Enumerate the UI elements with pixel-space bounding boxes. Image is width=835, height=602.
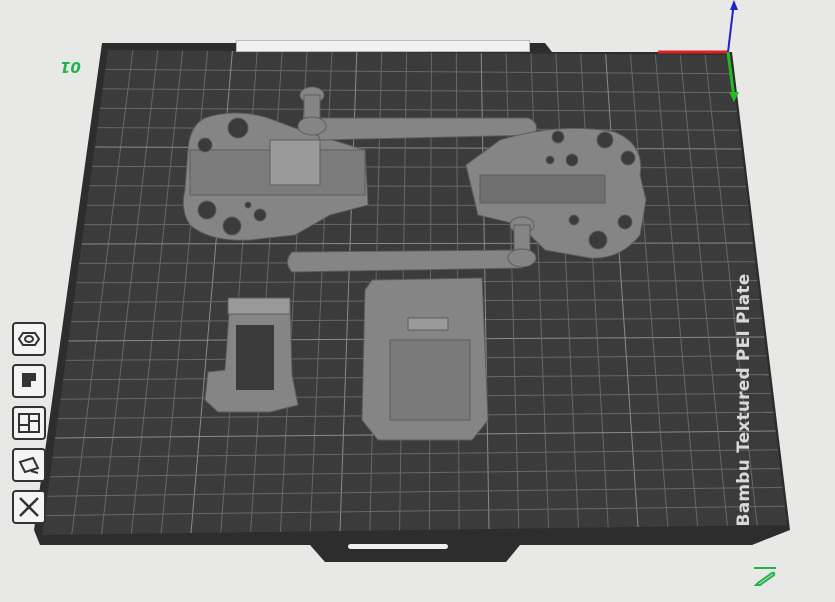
part-middle-arm <box>287 249 526 273</box>
delete-plate-icon <box>19 497 39 517</box>
plate-number: 01 <box>60 58 81 76</box>
plate-handle <box>348 544 448 549</box>
delete-plate-button[interactable] <box>12 490 46 524</box>
slice-plate-button[interactable] <box>12 448 46 482</box>
plate-type-label: Bambu Textured PEI Plate <box>734 273 754 527</box>
part-right-bracket-window <box>479 174 606 204</box>
pencil-icon[interactable] <box>750 566 780 586</box>
layout-icon <box>18 413 40 433</box>
slice-plate-icon <box>18 456 40 474</box>
orient-icon <box>17 332 41 346</box>
plate-info-strip <box>236 40 530 52</box>
build-plate-viewport[interactable] <box>0 0 835 602</box>
layout-button[interactable] <box>12 406 46 440</box>
auto-arrange-button[interactable] <box>12 364 46 398</box>
orient-button[interactable] <box>12 322 46 356</box>
auto-arrange-icon <box>22 373 36 387</box>
